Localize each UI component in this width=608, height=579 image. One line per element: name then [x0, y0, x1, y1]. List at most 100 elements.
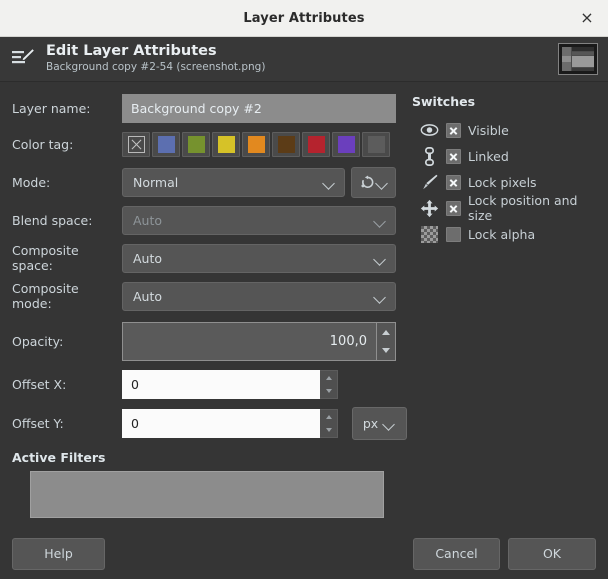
mode-row: Mode: Normal — [12, 167, 396, 198]
switch-visible[interactable]: Visible — [412, 117, 596, 143]
chain-link-icon — [420, 147, 439, 166]
chevron-down-icon — [374, 214, 387, 227]
blend-space-dropdown: Auto — [122, 206, 396, 235]
layer-name-row: Layer name: — [12, 94, 396, 123]
dialog-header: Edit Layer Attributes Background copy #2… — [0, 37, 608, 82]
chevron-down-icon — [383, 417, 396, 430]
layer-thumbnail — [558, 43, 598, 75]
switch-lock-pixels-label: Lock pixels — [468, 175, 537, 190]
switches-title: Switches — [412, 94, 596, 109]
color-tag-orange[interactable] — [242, 132, 270, 157]
opacity-row: Opacity: 100,0 — [12, 321, 396, 362]
cancel-button[interactable]: Cancel — [413, 538, 500, 570]
mode-reset-button[interactable] — [351, 167, 396, 198]
checkerboard-icon — [420, 225, 439, 244]
opacity-spin-buttons — [376, 323, 395, 360]
composite-space-row: Composite space: Auto — [12, 243, 396, 273]
attributes-column: Layer name: Color tag: — [12, 94, 396, 528]
lock-position-checkbox[interactable] — [446, 201, 461, 216]
opacity-value[interactable]: 100,0 — [123, 323, 376, 360]
offset-y-label: Offset Y: — [12, 416, 122, 431]
chevron-down-icon — [376, 176, 389, 189]
unit-value: px — [363, 416, 378, 431]
switch-visible-label: Visible — [468, 123, 509, 138]
lock-pixels-checkbox[interactable] — [446, 175, 461, 190]
paintbrush-icon — [420, 173, 439, 192]
composite-mode-dropdown[interactable]: Auto — [122, 282, 396, 311]
close-icon[interactable]: × — [574, 5, 600, 31]
active-filters-list[interactable] — [30, 471, 384, 518]
mode-value: Normal — [133, 175, 323, 190]
layer-name-input[interactable] — [122, 94, 396, 123]
switch-linked-label: Linked — [468, 149, 509, 164]
offset-x-spinner — [122, 370, 338, 399]
switches-column: Switches Visible — [396, 94, 596, 528]
edit-layer-icon — [10, 46, 36, 72]
offset-y-increment-button[interactable] — [320, 410, 337, 424]
blend-space-row: Blend space: Auto — [12, 206, 396, 235]
help-button[interactable]: Help — [12, 538, 105, 570]
layer-attributes-dialog: Layer Attributes × Edit Layer Attributes… — [0, 0, 608, 579]
offset-y-spin-buttons — [320, 409, 338, 438]
mode-label: Mode: — [12, 175, 122, 190]
lock-alpha-checkbox[interactable] — [446, 227, 461, 242]
offset-x-decrement-button[interactable] — [320, 385, 337, 399]
chevron-down-icon — [374, 252, 387, 265]
mode-dropdown[interactable]: Normal — [122, 168, 345, 197]
offset-y-spinner — [122, 409, 338, 438]
opacity-label: Opacity: — [12, 334, 122, 349]
header-subtitle: Background copy #2-54 (screenshot.png) — [46, 61, 548, 75]
color-tag-label: Color tag: — [12, 137, 122, 152]
color-tag-gray[interactable] — [362, 132, 390, 157]
visible-checkbox[interactable] — [446, 123, 461, 138]
offset-y-input[interactable] — [122, 409, 320, 438]
color-tag-red[interactable] — [302, 132, 330, 157]
linked-checkbox[interactable] — [446, 149, 461, 164]
offset-x-increment-button[interactable] — [320, 371, 337, 385]
composite-mode-row: Composite mode: Auto — [12, 281, 396, 311]
color-tag-violet[interactable] — [332, 132, 360, 157]
eye-icon — [420, 121, 439, 140]
switch-lock-position-label: Lock position and size — [468, 193, 596, 223]
titlebar: Layer Attributes × — [0, 0, 608, 37]
chevron-down-icon — [323, 176, 336, 189]
color-tag-blue[interactable] — [152, 132, 180, 157]
offset-y-row: Offset Y: px — [12, 407, 396, 440]
switch-lock-alpha-label: Lock alpha — [468, 227, 535, 242]
switch-linked[interactable]: Linked — [412, 143, 596, 169]
composite-mode-label: Composite mode: — [12, 281, 122, 311]
chevron-down-icon — [374, 290, 387, 303]
opacity-decrement-button[interactable] — [377, 342, 395, 361]
composite-space-label: Composite space: — [12, 243, 122, 273]
switch-lock-position[interactable]: Lock position and size — [412, 195, 596, 221]
offset-x-row: Offset X: — [12, 370, 396, 399]
header-text: Edit Layer Attributes Background copy #2… — [46, 43, 548, 74]
composite-space-value: Auto — [133, 251, 374, 266]
revert-rotate-icon — [359, 174, 376, 191]
color-tag-brown[interactable] — [272, 132, 300, 157]
color-tag-row: Color tag: — [12, 131, 396, 157]
opacity-spinner[interactable]: 100,0 — [122, 322, 396, 361]
offset-x-input[interactable] — [122, 370, 320, 399]
dialog-footer: Help Cancel OK — [0, 528, 608, 579]
composite-mode-value: Auto — [133, 289, 374, 304]
offset-x-label: Offset X: — [12, 377, 122, 392]
color-tag-yellow[interactable] — [212, 132, 240, 157]
active-filters-title: Active Filters — [12, 450, 396, 465]
blend-space-label: Blend space: — [12, 213, 122, 228]
move-arrows-icon — [420, 199, 439, 218]
color-tag-swatches — [122, 132, 390, 157]
switch-lock-pixels[interactable]: Lock pixels — [412, 169, 596, 195]
dialog-body: Layer name: Color tag: — [0, 82, 608, 528]
layer-name-label: Layer name: — [12, 101, 122, 116]
color-tag-green[interactable] — [182, 132, 210, 157]
color-tag-none[interactable] — [122, 132, 150, 157]
blend-space-value: Auto — [133, 213, 374, 228]
window-title: Layer Attributes — [243, 11, 364, 26]
ok-button[interactable]: OK — [508, 538, 596, 570]
composite-space-dropdown[interactable]: Auto — [122, 244, 396, 273]
footer-actions: Cancel OK — [413, 538, 596, 570]
opacity-increment-button[interactable] — [377, 323, 395, 342]
switch-lock-alpha[interactable]: Lock alpha — [412, 221, 596, 247]
offset-y-decrement-button[interactable] — [320, 424, 337, 438]
